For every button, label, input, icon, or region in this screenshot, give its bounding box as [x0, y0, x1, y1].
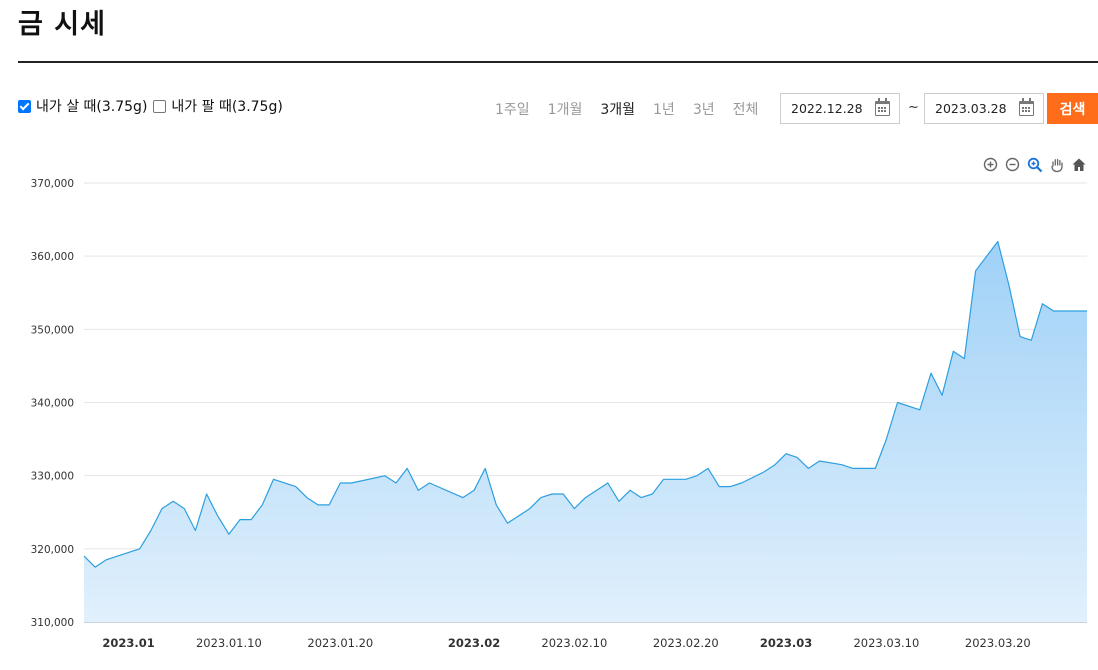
- date-separator: ~: [908, 100, 919, 115]
- period-selector: 1주일 1개월 3개월 1년 3년 전체: [495, 99, 758, 119]
- calendar-icon[interactable]: [1019, 98, 1034, 116]
- price-type-filters: 내가 살 때(3.75g) 내가 팔 때(3.75g): [18, 96, 289, 116]
- search-button[interactable]: 검색: [1047, 93, 1098, 124]
- sell-price-checkbox[interactable]: [153, 99, 167, 113]
- period-1month[interactable]: 1개월: [548, 99, 583, 119]
- x-tick-label: 2023.03: [760, 636, 812, 650]
- period-all[interactable]: 전체: [733, 99, 759, 119]
- y-tick-label: 370,000: [31, 178, 74, 190]
- x-tick-label: 2023.01: [102, 636, 154, 650]
- buy-price-label: 내가 살 때(3.75g): [36, 99, 148, 115]
- y-tick-label: 330,000: [31, 471, 74, 483]
- y-tick-label: 310,000: [31, 617, 74, 629]
- price-area: [84, 241, 1087, 622]
- period-3months[interactable]: 3개월: [600, 99, 635, 119]
- buy-price-checkbox[interactable]: [18, 99, 31, 113]
- buy-price-option[interactable]: 내가 살 때(3.75g): [18, 96, 147, 116]
- x-tick-label: 2023.02.10: [541, 636, 607, 650]
- end-date-field[interactable]: 2023.03.28: [924, 93, 1044, 124]
- sell-price-option[interactable]: 내가 팔 때(3.75g): [153, 96, 283, 116]
- start-date-value: 2022.12.28: [791, 101, 863, 116]
- y-tick-label: 350,000: [31, 324, 74, 336]
- period-1week[interactable]: 1주일: [495, 99, 530, 119]
- end-date-value: 2023.03.28: [935, 101, 1007, 116]
- x-tick-label: 2023.03.20: [965, 636, 1031, 650]
- period-3years[interactable]: 3년: [693, 99, 715, 119]
- calendar-icon[interactable]: [875, 98, 890, 116]
- gold-price-chart: 310,000 320,000 330,000 340,000 350,000 360,0…: [31, 178, 1087, 650]
- x-tick-label: 2023.01.20: [307, 636, 373, 650]
- x-tick-label: 2023.01.10: [196, 636, 262, 650]
- y-tick-label: 340,000: [31, 398, 74, 410]
- page-title: 금 시세: [18, 9, 106, 40]
- x-tick-label: 2023.02: [448, 636, 500, 650]
- period-1year[interactable]: 1년: [653, 99, 675, 119]
- start-date-field[interactable]: 2022.12.28: [780, 93, 900, 124]
- title-divider: [18, 61, 1098, 63]
- x-tick-label: 2023.03.10: [853, 636, 919, 650]
- y-tick-label: 320,000: [31, 544, 74, 556]
- y-tick-label: 360,000: [31, 251, 74, 263]
- sell-price-label: 내가 팔 때(3.75g): [171, 99, 283, 115]
- x-tick-label: 2023.02.20: [653, 636, 719, 650]
